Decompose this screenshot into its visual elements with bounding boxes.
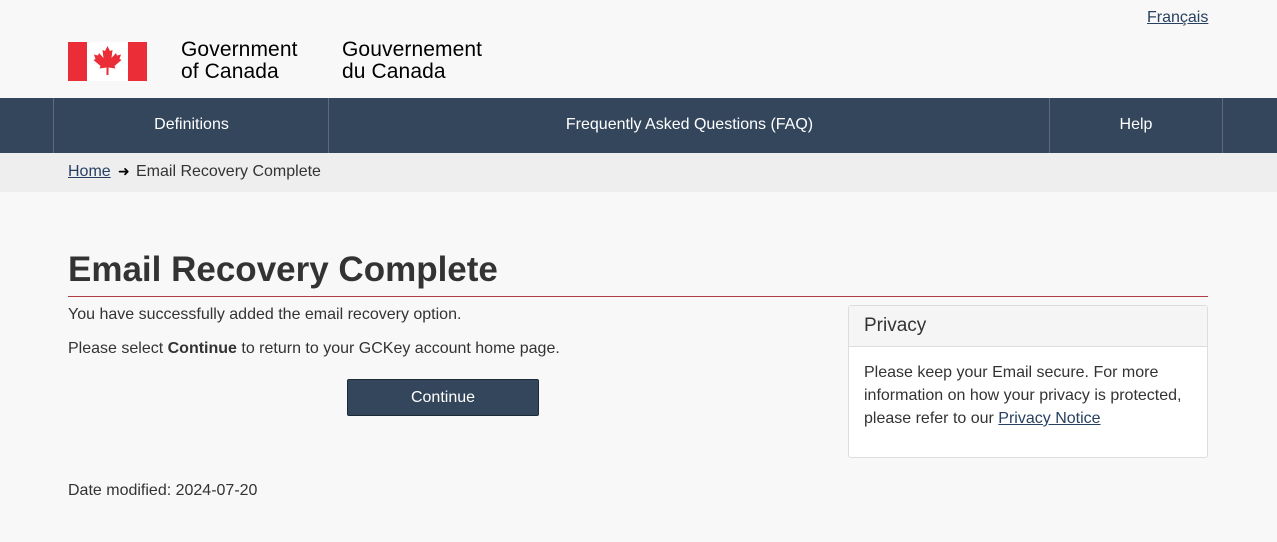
arrow-right-icon: ➜ [118, 163, 130, 179]
signature-fr-line-1: Gouvernement [342, 38, 483, 61]
government-of-canada-signature-en: Government of Canada [181, 39, 298, 83]
instruction-prefix: Please select [68, 340, 168, 357]
date-modified: Date modified: 2024-07-20 [68, 482, 258, 499]
menu-item-faq[interactable]: Frequently Asked Questions (FAQ) [328, 98, 1050, 153]
government-of-canada-signature-fr: Gouvernement du Canada [342, 39, 482, 83]
language-toggle-link[interactable]: Français [1147, 9, 1208, 27]
privacy-notice-link[interactable]: Privacy Notice [998, 410, 1100, 427]
privacy-panel-body: Please keep your Email secure. For more … [849, 347, 1207, 430]
privacy-panel: Privacy Please keep your Email secure. F… [848, 305, 1208, 458]
page-title: Email Recovery Complete [68, 250, 498, 289]
privacy-panel-heading: Privacy [849, 306, 1207, 347]
instruction-bold: Continue [167, 340, 237, 357]
breadcrumb-current: Email Recovery Complete [136, 163, 321, 180]
title-divider [68, 296, 1208, 297]
continue-button[interactable]: Continue [347, 379, 539, 416]
breadcrumb-home-link[interactable]: Home [68, 163, 111, 181]
signature-en-line-2: of Canada [181, 60, 279, 83]
signature-en-line-1: Government [181, 38, 298, 61]
menu-item-help[interactable]: Help [1049, 98, 1223, 153]
canada-flag-icon [68, 42, 147, 81]
main-menu: Definitions Frequently Asked Questions (… [0, 98, 1277, 153]
site-header: Français Government of Canada Gouverneme… [0, 0, 1277, 98]
continue-instruction: Please select Continue to return to your… [68, 340, 560, 358]
signature-fr-line-2: du Canada [342, 60, 446, 83]
breadcrumb: Home ➜ Email Recovery Complete [0, 153, 1277, 192]
success-message: You have successfully added the email re… [68, 306, 462, 323]
instruction-suffix: to return to your GCKey account home pag… [236, 340, 560, 357]
menu-item-definitions[interactable]: Definitions [53, 98, 329, 153]
